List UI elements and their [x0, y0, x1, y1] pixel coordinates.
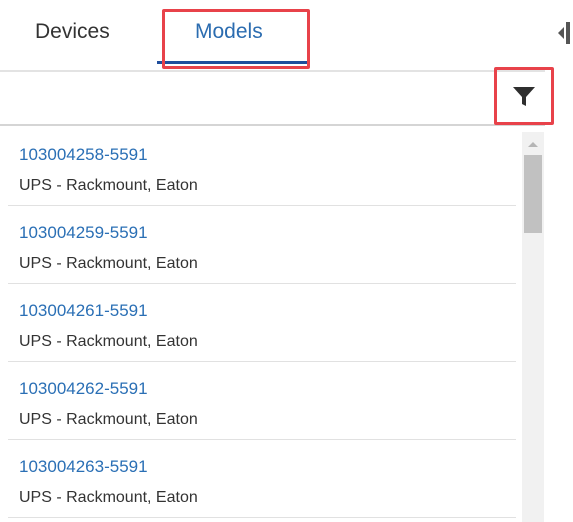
- model-description: UPS - Rackmount, Eaton: [19, 177, 198, 194]
- models-list: 103004258-5591 UPS - Rackmount, Eaton 10…: [8, 128, 516, 522]
- tab-devices[interactable]: Devices: [35, 18, 110, 46]
- tab-bar: Devices Models: [0, 0, 545, 70]
- filter-button[interactable]: [494, 67, 554, 125]
- list-item[interactable]: 103004263-5591 UPS - Rackmount, Eaton: [8, 440, 516, 518]
- models-panel: Devices Models 103004258-5591 UPS - Rack…: [0, 0, 573, 522]
- model-description: UPS - Rackmount, Eaton: [19, 411, 198, 428]
- model-description: UPS - Rackmount, Eaton: [19, 255, 198, 272]
- collapse-bar-icon: [566, 22, 570, 44]
- scroll-up-arrow-icon[interactable]: [528, 142, 538, 147]
- model-id-link[interactable]: 103004263-5591: [19, 456, 148, 478]
- filter-icon: [513, 87, 535, 106]
- model-id-link[interactable]: 103004259-5591: [19, 222, 148, 244]
- model-id-link[interactable]: 103004261-5591: [19, 300, 148, 322]
- list-scrollbar[interactable]: [522, 132, 544, 522]
- model-description: UPS - Rackmount, Eaton: [19, 333, 198, 350]
- filter-row: [0, 70, 545, 126]
- model-id-link[interactable]: 103004262-5591: [19, 378, 148, 400]
- model-description: UPS - Rackmount, Eaton: [19, 489, 198, 506]
- scroll-thumb[interactable]: [524, 155, 542, 233]
- list-item[interactable]: 103004258-5591 UPS - Rackmount, Eaton: [8, 128, 516, 206]
- collapse-panel-handle[interactable]: [558, 22, 573, 44]
- list-item[interactable]: 103004262-5591 UPS - Rackmount, Eaton: [8, 362, 516, 440]
- model-id-link[interactable]: 103004258-5591: [19, 144, 148, 166]
- models-tab-highlight: [162, 9, 310, 69]
- collapse-arrow-icon: [558, 27, 564, 39]
- list-item[interactable]: 103004261-5591 UPS - Rackmount, Eaton: [8, 284, 516, 362]
- list-item[interactable]: 103004259-5591 UPS - Rackmount, Eaton: [8, 206, 516, 284]
